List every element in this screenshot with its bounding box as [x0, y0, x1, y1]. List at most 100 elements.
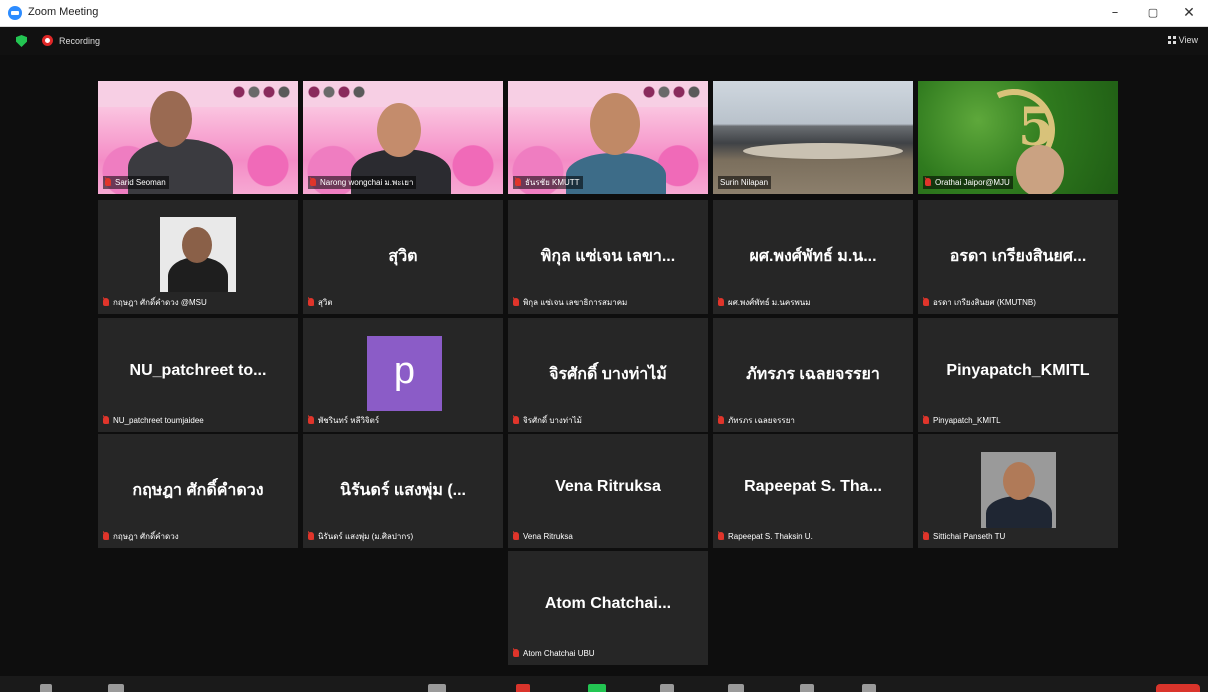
mic-muted-icon: [923, 416, 929, 424]
mic-muted-icon: [103, 532, 109, 540]
participant-tile[interactable]: กฤษฎา ศักดิ์คำดวง กฤษฎา ศักดิ์คำดวง: [98, 434, 298, 548]
logo-strip: [642, 85, 702, 99]
participant-tile[interactable]: Sittichai Panseth TU: [918, 434, 1118, 548]
mic-muted-icon: [308, 298, 314, 306]
mic-muted-icon: [308, 532, 314, 540]
participant-tile[interactable]: สุวิต สุวิต: [303, 200, 503, 314]
grid-view-icon: [1167, 36, 1176, 44]
participant-name-label: ภัทรภร เฉลยจรรยา: [718, 414, 795, 427]
participant-tile[interactable]: กฤษฎา ศักดิ์คำดวง @MSU: [98, 200, 298, 314]
participant-display-name: Rapeepat S. Tha...: [744, 478, 882, 495]
participant-name-label: Surin Nilapan: [718, 176, 772, 189]
participant-display-name: สุวิต: [388, 248, 418, 265]
participant-display-name: ผศ.พงศ์พัทธ์ ม.น...: [749, 248, 877, 265]
video-icon[interactable]: [108, 684, 124, 692]
participant-name-label: พิกุล แซ่เจน เลขาธิการสมาคม: [513, 296, 627, 309]
reactions-icon[interactable]: [800, 684, 814, 692]
logo-strip: [232, 85, 292, 99]
apps-icon[interactable]: [862, 684, 876, 692]
participant-head: [150, 91, 192, 147]
participant-name-label: นิรันดร์ แสงพุ่ม (ม.ศิลปากร): [308, 530, 413, 543]
breakout-rooms-icon[interactable]: [728, 684, 744, 692]
participant-name-label: Pinyapatch_KMITL: [923, 414, 1001, 427]
avatar-initial: p: [367, 336, 442, 411]
record-icon[interactable]: [660, 684, 674, 692]
mic-muted-icon: [513, 416, 519, 424]
mic-muted-icon: [923, 298, 929, 306]
participant-display-name: NU_patchreet to...: [129, 362, 267, 379]
mute-icon[interactable]: [40, 684, 52, 692]
participant-tile[interactable]: Vena Ritruksa Vena Ritruksa: [508, 434, 708, 548]
participant-tile[interactable]: จิรศักดิ์ บางท่าไม้ จิรศักดิ์ บางท่าไม้: [508, 318, 708, 432]
maximize-button[interactable]: ▢: [1138, 3, 1168, 23]
participant-name-label: จิรศักดิ์ บางท่าไม้: [513, 414, 582, 427]
view-label: View: [1178, 35, 1198, 45]
recording-label: Recording: [59, 36, 101, 46]
mic-muted-icon: [515, 178, 521, 186]
participant-tile[interactable]: NU_patchreet to... NU_patchreet toumjaid…: [98, 318, 298, 432]
mic-muted-icon: [923, 532, 929, 540]
logo-strip: [307, 85, 367, 99]
participant-name-label: กฤษฎา ศักดิ์คำดวง @MSU: [103, 296, 207, 309]
participant-tile[interactable]: ภัทรภร เฉลยจรรยา ภัทรภร เฉลยจรรยา: [713, 318, 913, 432]
mic-muted-icon: [718, 532, 724, 540]
meeting-topbar: Recording View: [0, 27, 1208, 55]
zoom-app-icon: [8, 6, 22, 20]
participant-name-label: สุวิต: [308, 296, 333, 309]
mic-muted-icon: [513, 532, 519, 540]
video-tile[interactable]: Narong wongchai ม.พะเยา: [303, 81, 503, 194]
participant-name-label: ผศ.พงศ์พัทธ์ ม.นครพนม: [718, 296, 811, 309]
mic-muted-icon: [308, 416, 314, 424]
participant-display-name: Pinyapatch_KMITL: [946, 362, 1090, 379]
video-tile[interactable]: ธันรชัย KMUTT: [508, 81, 708, 194]
mic-muted-icon: [718, 416, 724, 424]
profile-picture: [160, 217, 236, 292]
mic-muted-icon: [718, 298, 724, 306]
participant-name-label: Rapeepat S. Thaksin U.: [718, 530, 813, 543]
participant-display-name: Vena Ritruksa: [555, 478, 661, 495]
participant-tile[interactable]: นิรันดร์ แสงพุ่ม (... นิรันดร์ แสงพุ่ม (…: [303, 434, 503, 548]
participants-icon[interactable]: [428, 684, 446, 692]
participant-display-name: Atom Chatchai...: [544, 595, 672, 612]
participant-tile[interactable]: Atom Chatchai... Atom Chatchai UBU: [508, 551, 708, 665]
view-button[interactable]: View: [1167, 35, 1198, 45]
recording-icon[interactable]: [42, 35, 53, 46]
participant-name-label: พัชรินทร์ หลีวิจิตร์: [308, 414, 379, 427]
participant-name-label: Narong wongchai ม.พะเยา: [308, 176, 417, 189]
video-tile[interactable]: 5 Orathai Jaipor@MJU: [918, 81, 1118, 194]
participant-name-label: NU_patchreet toumjaidee: [103, 414, 204, 427]
participant-name-label: อรดา เกรียงสินยศ (KMUTNB): [923, 296, 1036, 309]
minimize-button[interactable]: –: [1100, 3, 1130, 23]
participant-tile[interactable]: ผศ.พงศ์พัทธ์ ม.น... ผศ.พงศ์พัทธ์ ม.นครพน…: [713, 200, 913, 314]
participant-tile[interactable]: p พัชรินทร์ หลีวิจิตร์: [303, 318, 503, 432]
conference-table: [743, 143, 903, 159]
participant-display-name: ภัทรภร เฉลยจรรยา: [746, 366, 880, 383]
participant-name-label: Orathai Jaipor@MJU: [923, 176, 1013, 189]
participant-tile[interactable]: พิกุล แซ่เจน เลขา... พิกุล แซ่เจน เลขาธิ…: [508, 200, 708, 314]
video-tile-active-speaker[interactable]: Surin Nilapan: [713, 81, 913, 194]
end-meeting-button[interactable]: [1156, 684, 1200, 692]
chat-icon[interactable]: [516, 684, 530, 692]
participant-name-label: ธันรชัย KMUTT: [513, 176, 583, 189]
participant-head: [1016, 145, 1064, 194]
participant-display-name: อรดา เกรียงสินยศ...: [949, 248, 1087, 265]
participant-head: [377, 103, 421, 157]
close-button[interactable]: ✕: [1174, 3, 1204, 23]
video-tile[interactable]: Sarid Seoman: [98, 81, 298, 194]
mic-muted-icon: [513, 298, 519, 306]
meeting-toolbar: [0, 676, 1208, 692]
participant-tile[interactable]: Rapeepat S. Tha... Rapeepat S. Thaksin U…: [713, 434, 913, 548]
participant-name-label: Vena Ritruksa: [513, 530, 573, 543]
mic-muted-icon: [103, 416, 109, 424]
participant-name-label: Sarid Seoman: [103, 176, 169, 189]
share-screen-icon[interactable]: [588, 684, 606, 692]
window-title: Zoom Meeting: [28, 6, 99, 18]
participant-head: [590, 93, 640, 155]
participant-tile[interactable]: อรดา เกรียงสินยศ... อรดา เกรียงสินยศ (KM…: [918, 200, 1118, 314]
mic-muted-icon: [513, 649, 519, 657]
profile-picture: [981, 452, 1056, 528]
participant-tile[interactable]: Pinyapatch_KMITL Pinyapatch_KMITL: [918, 318, 1118, 432]
mic-muted-icon: [103, 298, 109, 306]
mic-muted-icon: [310, 178, 316, 186]
shield-icon[interactable]: [16, 35, 27, 47]
